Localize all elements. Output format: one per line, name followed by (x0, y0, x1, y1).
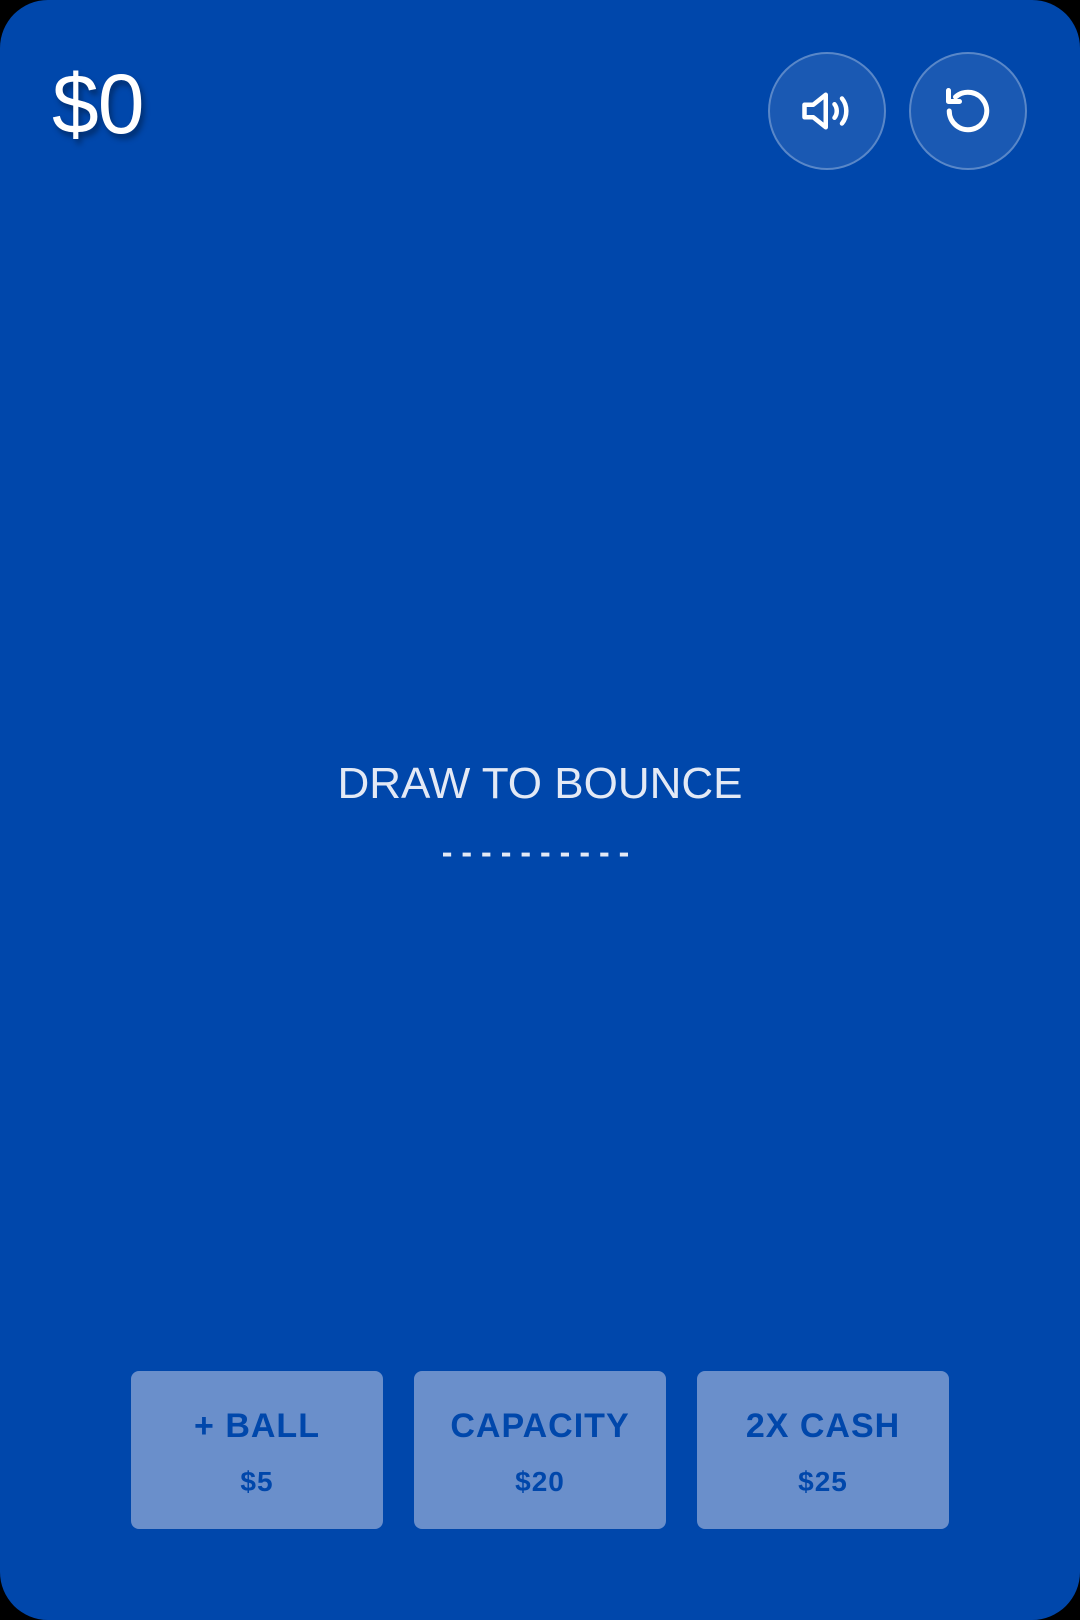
restart-button[interactable] (909, 52, 1027, 170)
shop-item-price: $5 (240, 1466, 274, 1497)
cash-counter: $0 (52, 57, 144, 151)
shop-item-price: $20 (515, 1466, 565, 1497)
sound-toggle-button[interactable] (768, 52, 886, 170)
buy-capacity-button[interactable]: CAPACITY $20 (414, 1371, 666, 1529)
prompt-dash-line: ---------- (441, 834, 639, 870)
buy-ball-button[interactable]: + BALL $5 (131, 1371, 383, 1529)
shop-item-label: CAPACITY (450, 1407, 630, 1445)
draw-to-bounce-prompt: DRAW TO BOUNCE (337, 759, 743, 808)
restart-icon (946, 88, 990, 133)
shop-item-price: $25 (798, 1466, 848, 1497)
shop-item-label: + BALL (194, 1407, 320, 1445)
shop-item-label: 2X CASH (745, 1407, 901, 1445)
buy-2x-cash-button[interactable]: 2X CASH $25 (697, 1371, 949, 1529)
game-screen[interactable]: $0 DRAW TO BOUNCE ---------- + BALL $5 C… (0, 0, 1080, 1620)
speaker-volume-icon (802, 92, 849, 130)
